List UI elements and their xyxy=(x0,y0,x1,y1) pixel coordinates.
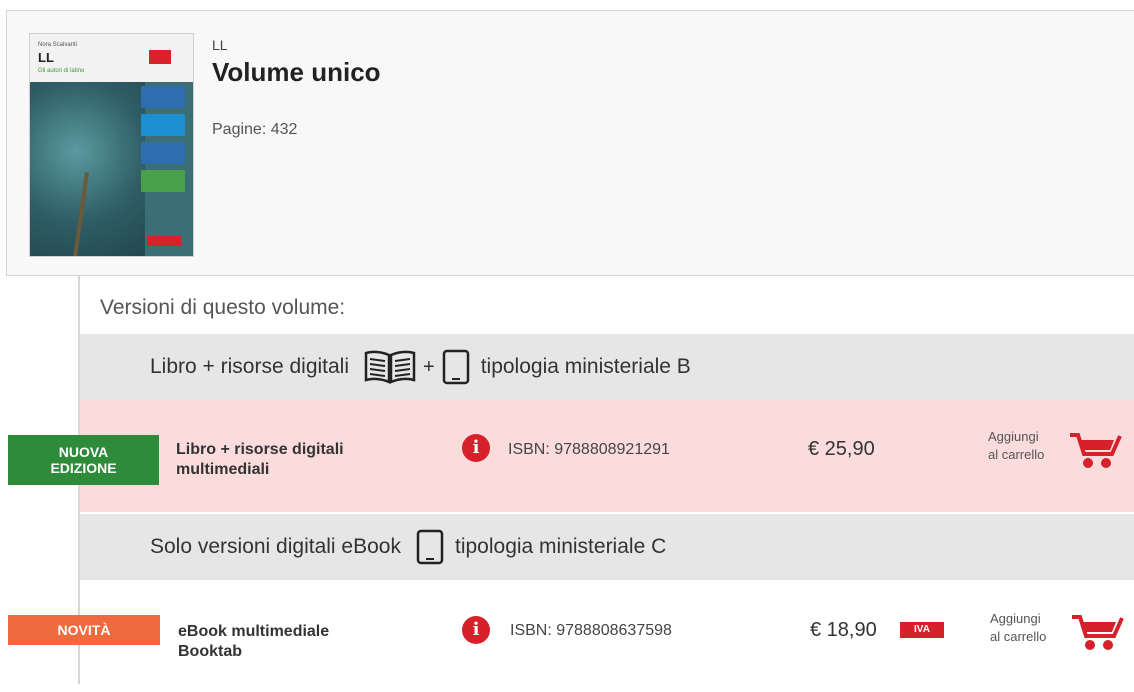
product-name-line2: multimediali xyxy=(176,461,270,478)
tablet-icon xyxy=(416,529,444,565)
info-icon[interactable]: i xyxy=(462,434,490,462)
tag-line2: EDIZIONE xyxy=(50,460,117,476)
tag-line1: NUOVA xyxy=(58,444,109,460)
cart-icon[interactable] xyxy=(1068,430,1124,470)
cover-panel xyxy=(141,142,185,164)
cart-line1: Aggiungi xyxy=(990,611,1041,626)
group-label: Libro + risorse digitali xyxy=(150,355,350,378)
cover-publisher-logo xyxy=(147,236,181,246)
versions-heading: Versioni di questo volume: xyxy=(100,296,346,319)
cover-author: Nora Scalvanti xyxy=(38,42,78,48)
cart-line2: al carrello xyxy=(990,629,1047,644)
novita-tag: NOVITÀ xyxy=(8,615,160,645)
book-series: LL xyxy=(212,37,228,53)
cover-panel xyxy=(141,86,185,108)
price: € 18,90 xyxy=(810,619,877,641)
cart-line2: al carrello xyxy=(988,447,1045,462)
book-pages: Pagine: 432 xyxy=(212,121,298,138)
price: € 25,90 xyxy=(808,438,875,460)
product-name[interactable]: Libro + risorse digitali multimediali xyxy=(176,440,344,480)
open-book-icon xyxy=(364,350,416,384)
add-to-cart-link[interactable]: Aggiungi al carrello xyxy=(990,610,1046,646)
cover-panel xyxy=(141,170,185,192)
book-card: Nora Scalvanti LL Gli autori di latino L… xyxy=(6,10,1134,276)
cover-title: LL xyxy=(38,50,54,65)
book-cover[interactable]: Nora Scalvanti LL Gli autori di latino xyxy=(29,33,194,257)
info-icon[interactable]: i xyxy=(462,616,490,644)
cart-icon[interactable] xyxy=(1070,612,1126,652)
product-name-line2: Booktab xyxy=(178,643,242,660)
cover-badge xyxy=(149,50,171,64)
product-name-line1: Libro + risorse digitali xyxy=(176,441,344,458)
isbn: ISBN: 9788808637598 xyxy=(510,622,672,639)
book-title: Volume unico xyxy=(212,57,381,87)
group-solo-digitali: Solo versioni digitali eBook tipologia m… xyxy=(80,514,1134,580)
product-name-line1: eBook multimediale xyxy=(178,623,330,640)
cover-tree xyxy=(71,172,89,256)
cover-artwork xyxy=(30,82,145,256)
group-tipologia: tipologia ministeriale B xyxy=(480,355,691,378)
add-to-cart-link[interactable]: Aggiungi al carrello xyxy=(988,428,1044,464)
product-name[interactable]: eBook multimediale Booktab xyxy=(178,622,329,662)
group-tipologia: tipologia ministeriale C xyxy=(454,535,667,558)
group-libro-risorse: Libro + risorse digitali + tipologia min… xyxy=(80,334,1134,400)
isbn: ISBN: 9788808921291 xyxy=(508,441,670,458)
group-label: Solo versioni digitali eBook xyxy=(150,535,401,558)
plus-sign: + xyxy=(423,355,435,378)
iva-badge: IVA xyxy=(900,622,944,638)
cover-panel xyxy=(141,114,185,136)
cart-line1: Aggiungi xyxy=(988,429,1039,444)
tablet-icon xyxy=(442,349,469,385)
new-edition-tag: NUOVA EDIZIONE xyxy=(8,435,159,485)
cover-subtitle: Gli autori di latino xyxy=(38,68,85,74)
